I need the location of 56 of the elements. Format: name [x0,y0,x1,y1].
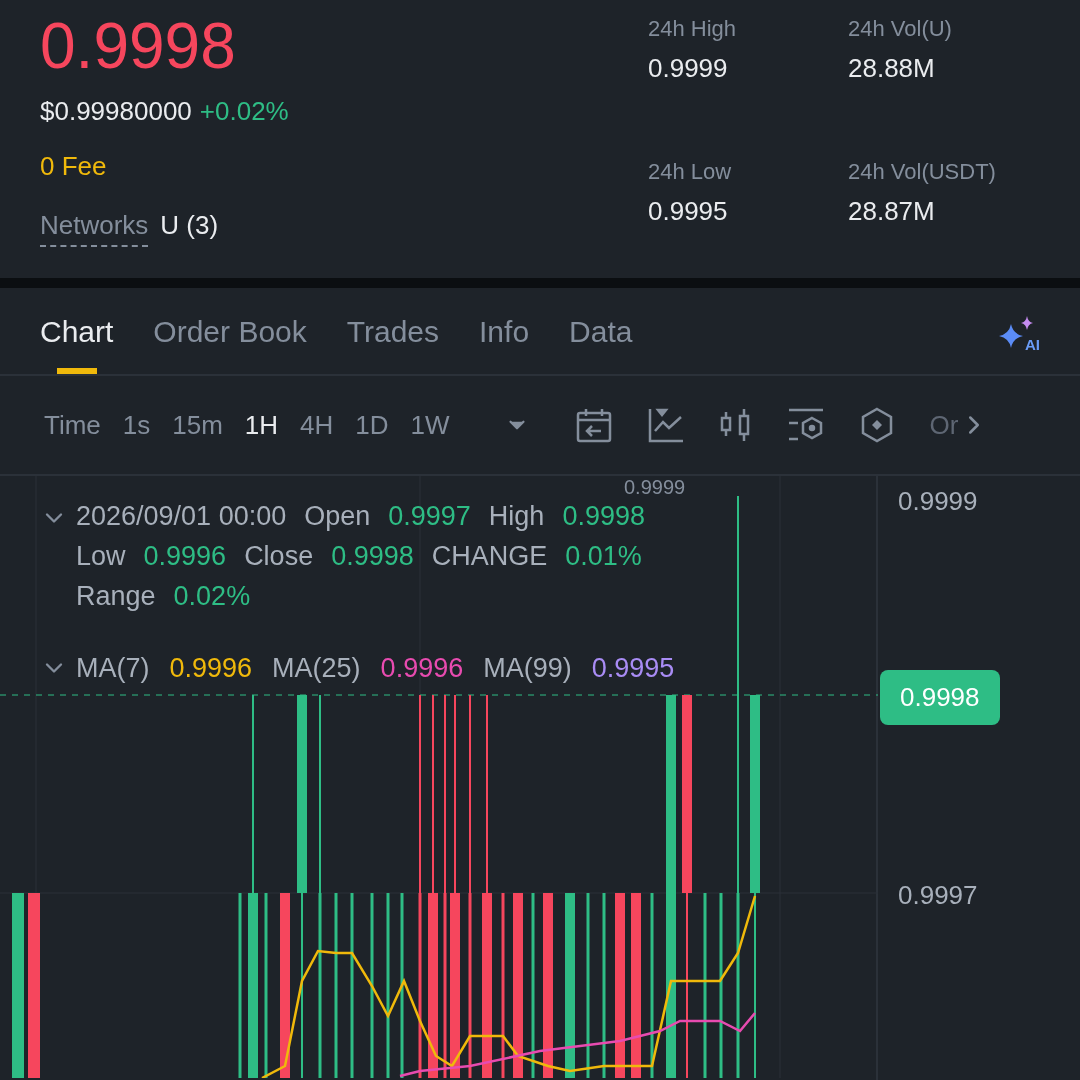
stat-label: 24h Vol(U) [848,15,953,43]
interval-tab[interactable]: Time [44,405,101,445]
ohlc-label: Low [76,540,126,572]
ohlc-value: 0.9998 [562,500,645,532]
last-price: 0.9998 [40,9,236,84]
tab[interactable]: Data [569,288,633,374]
interval-tab[interactable]: 1W [410,405,450,445]
interval-tab[interactable]: 1D [355,405,389,445]
usd-price: $0.99980000 [40,95,192,128]
line-chart-icon[interactable] [647,407,684,443]
stat-value: 28.88M [848,52,936,85]
interval-tab[interactable]: 15m [172,405,223,445]
calendar-icon[interactable] [575,407,612,443]
interval-tab[interactable]: 1H [244,405,279,445]
tab[interactable]: Trades [346,288,440,374]
hexagon-icon[interactable] [859,407,894,443]
stat-label: 24h Vol(USDT) [848,158,997,186]
interval-tab[interactable]: 1s [122,405,151,445]
ohlc-value: 0.9996 [143,540,227,572]
ohlc-label: CHANGE [431,540,548,572]
ma-value: 0.9996 [380,652,464,685]
ma-label: MA(99) [483,652,572,685]
tab[interactable]: Chart [40,288,114,374]
tab[interactable]: Order Book [153,288,307,374]
price-axis-label: 0.9999 [898,485,978,518]
ma-value: 0.9995 [591,652,675,685]
networks-link[interactable]: Networks [40,206,149,247]
fee-label: 0 Fee [40,150,107,183]
tab[interactable]: Info [479,288,530,374]
candle-date: 2026/09/01 00:00 [76,500,287,532]
ohlc-value: 0.9998 [331,540,414,572]
ma-label: MA(25) [272,652,361,685]
ohlc-label: Range [76,580,156,612]
ohlc-label: Open [304,500,371,532]
ma-value: 0.9996 [169,652,253,685]
ai-label[interactable]: AI [1025,333,1040,357]
ohlc-label: Close [244,540,314,572]
stat-value: 0.9995 [648,195,729,228]
ohlc-value: 0.02% [173,580,251,612]
ohlc-value: 0.9997 [388,500,471,532]
candlestick-icon[interactable] [719,407,752,443]
toolbar-more-label[interactable]: Or [929,405,959,445]
interval-tab[interactable]: 4H [300,405,334,445]
current-price-tag: 0.9998 [880,670,1000,725]
stat-label: 24h High [648,15,738,43]
ohlc-label: High [488,500,545,532]
settings-list-icon[interactable] [787,407,824,443]
stat-label: 24h Low [648,158,733,186]
stat-value: 0.9999 [648,52,729,85]
price-axis-label: 0.9997 [898,879,978,912]
ohlc-value: 0.01% [565,540,642,572]
price-change: +0.02% [199,95,289,128]
ma-label: MA(7) [76,652,150,685]
high-price-marker: 0.9999 [624,476,686,498]
stat-value: 28.87M [848,195,936,228]
networks-count: U (3) [160,209,219,242]
